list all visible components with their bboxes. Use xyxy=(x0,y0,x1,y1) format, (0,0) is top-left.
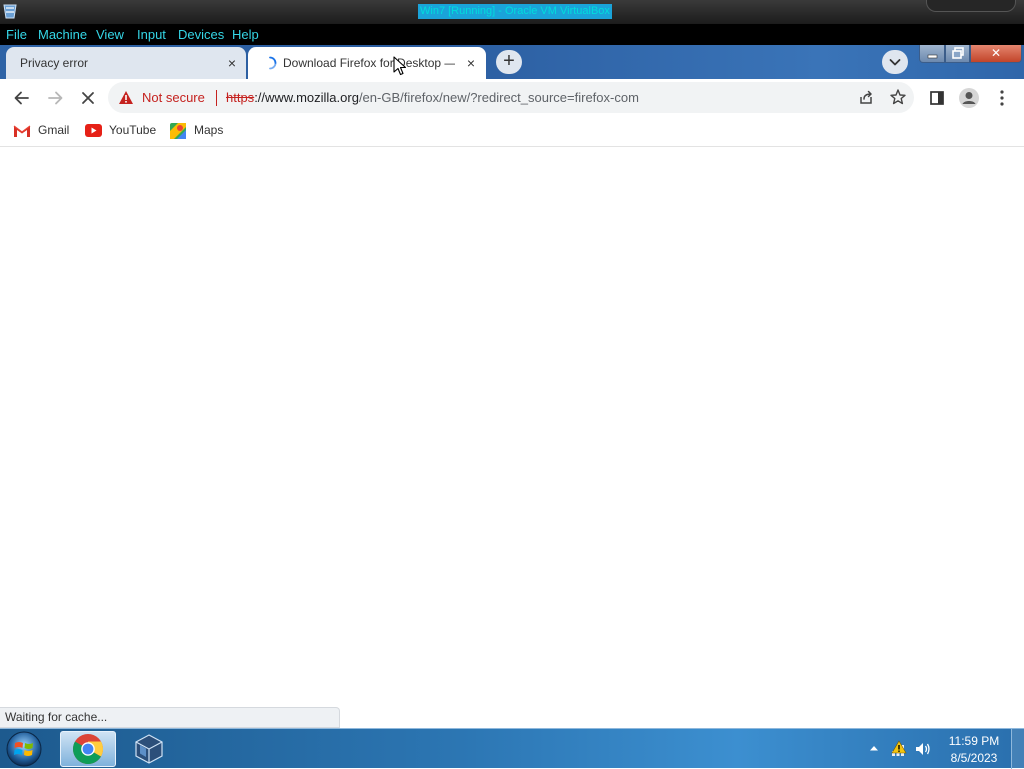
bookmark-label: Gmail xyxy=(38,123,70,137)
bookmark-gmail[interactable]: Gmail xyxy=(13,121,75,141)
gmail-icon xyxy=(13,125,31,137)
more-options-icon[interactable] xyxy=(991,87,1013,109)
url-scheme: https xyxy=(226,90,255,105)
bookmark-star-icon[interactable] xyxy=(889,88,907,106)
address-bar[interactable]: Not secure https://www.mozilla.org/en-GB… xyxy=(108,82,914,113)
volume-icon[interactable] xyxy=(914,740,932,758)
new-tab-button[interactable]: + xyxy=(496,50,522,74)
tab-title: Download Firefox for Desktop — xyxy=(283,56,455,70)
network-icon[interactable] xyxy=(890,740,908,758)
chrome-icon xyxy=(72,734,104,765)
bookmark-label: YouTube xyxy=(109,123,157,137)
restore-icon xyxy=(952,47,964,59)
show-hidden-icons-icon[interactable] xyxy=(869,744,879,752)
titlebar-decoration xyxy=(926,0,1016,12)
vm-window-titlebar: Win7 [Running] - Oracle VM VirtualBox xyxy=(0,0,1024,24)
warning-triangle-icon[interactable] xyxy=(118,90,134,105)
share-icon[interactable] xyxy=(857,89,875,107)
menu-input[interactable]: Input xyxy=(137,27,166,42)
menu-machine[interactable]: Machine xyxy=(38,27,87,42)
chevron-down-icon xyxy=(889,59,901,66)
menu-help[interactable]: Help xyxy=(232,27,259,42)
minimize-button[interactable] xyxy=(919,45,945,63)
clock-time[interactable]: 11:59 PM xyxy=(946,734,1002,748)
bookmark-label: Maps xyxy=(194,123,224,137)
url-text[interactable]: https://www.mozilla.org/en-GB/firefox/ne… xyxy=(226,90,639,105)
browser-toolbar: Not secure https://www.mozilla.org/en-GB… xyxy=(0,79,1024,116)
bookmark-youtube[interactable]: YouTube xyxy=(85,121,157,141)
url-host: ://www.mozilla.org xyxy=(254,90,359,105)
maps-icon xyxy=(170,123,186,139)
browser-tabstrip: Privacy error × Download Firefox for Des… xyxy=(0,45,1024,79)
taskbar-chrome-button[interactable] xyxy=(60,731,116,767)
tab-title: Privacy error xyxy=(20,56,89,70)
minimize-icon xyxy=(927,54,938,59)
tab-search-button[interactable] xyxy=(882,50,908,74)
mouse-cursor-icon xyxy=(393,56,407,76)
vm-window-title: Win7 [Running] - Oracle VM VirtualBox xyxy=(418,4,612,19)
back-arrow-icon[interactable] xyxy=(11,87,33,109)
taskbar: 11:59 PM 8/5/2023 xyxy=(0,728,1024,769)
profile-avatar-icon[interactable] xyxy=(958,87,980,109)
status-bubble: Waiting for cache... xyxy=(0,707,340,728)
virtualbox-app-icon[interactable] xyxy=(2,3,18,20)
virtualbox-icon xyxy=(135,734,163,764)
clock-date[interactable]: 8/5/2023 xyxy=(946,751,1002,765)
url-path: /en-GB/firefox/new/?redirect_source=fire… xyxy=(358,90,639,105)
show-desktop-button[interactable] xyxy=(1011,729,1024,769)
not-secure-label[interactable]: Not secure xyxy=(142,90,205,105)
page-content-area[interactable] xyxy=(0,148,1024,728)
tab-privacy-error[interactable]: Privacy error × xyxy=(6,47,246,79)
side-panel-icon[interactable] xyxy=(926,87,948,109)
youtube-icon xyxy=(85,124,102,137)
tab-close-button[interactable]: × xyxy=(463,55,479,71)
window-controls: ✕ xyxy=(919,45,1022,63)
bookmarks-bar: Gmail YouTube Maps xyxy=(0,116,1024,147)
menu-view[interactable]: View xyxy=(96,27,124,42)
stop-loading-icon[interactable] xyxy=(77,87,99,109)
taskbar-virtualbox-button[interactable] xyxy=(121,731,177,767)
omnibox-divider xyxy=(216,90,217,106)
close-window-button[interactable]: ✕ xyxy=(970,45,1022,63)
tab-download-firefox[interactable]: Download Firefox for Desktop — × xyxy=(248,47,486,79)
menu-file[interactable]: File xyxy=(6,27,27,42)
forward-arrow-icon[interactable] xyxy=(44,87,66,109)
vm-menubar: File Machine View Input Devices Help xyxy=(0,24,1024,45)
start-button[interactable] xyxy=(4,730,44,768)
bookmark-maps[interactable]: Maps xyxy=(170,121,228,141)
loading-spinner-icon xyxy=(269,56,277,70)
menu-devices[interactable]: Devices xyxy=(178,27,224,42)
restore-button[interactable] xyxy=(945,45,970,63)
tab-close-button[interactable]: × xyxy=(224,55,240,71)
